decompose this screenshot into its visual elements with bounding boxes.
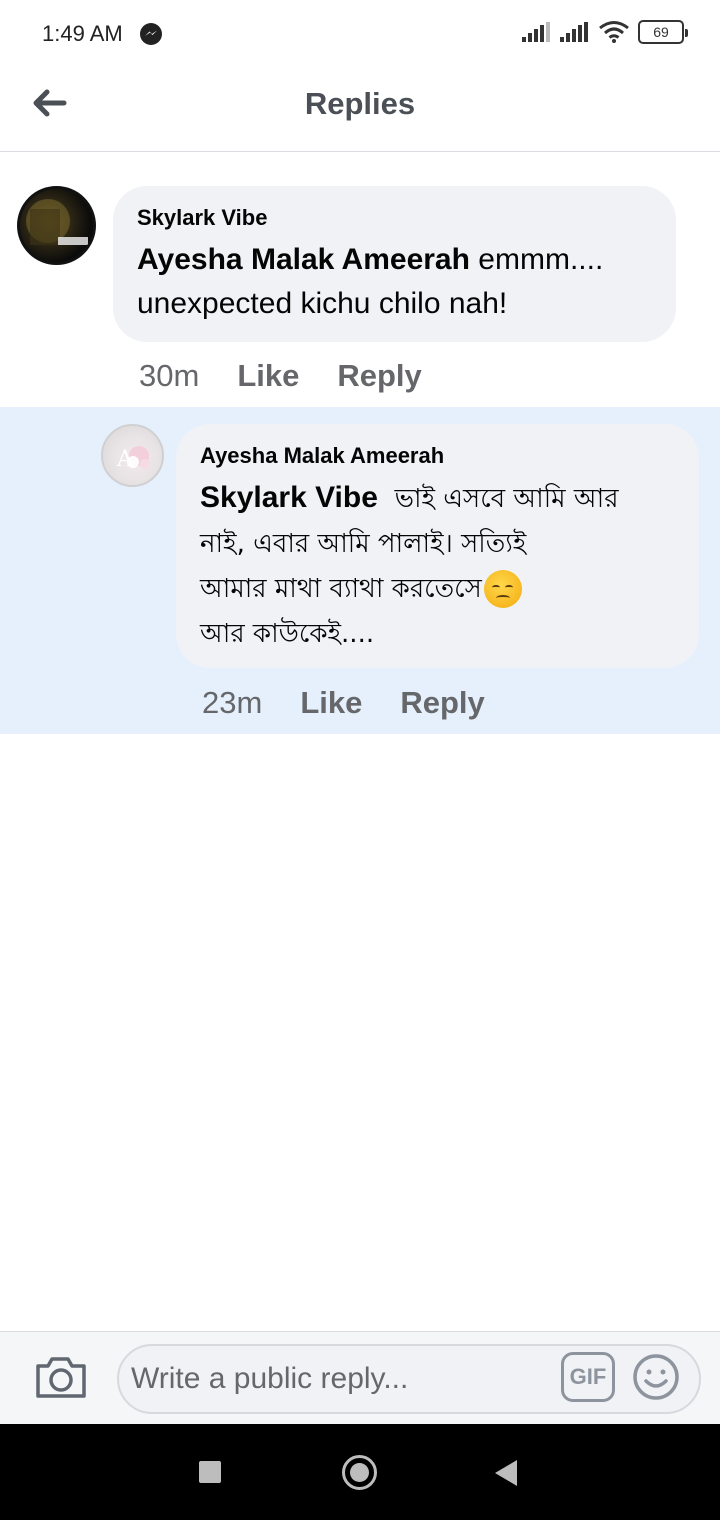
- signal-icon: [560, 22, 588, 42]
- recents-button[interactable]: [199, 1461, 221, 1483]
- signal-icon: [522, 22, 550, 42]
- comment-line: নাই, এবার আমি পালাই। সত্যিই: [200, 529, 527, 559]
- comment-actions: 23m Like Reply: [202, 685, 485, 721]
- status-bar: 1:49 AM 69: [0, 0, 720, 70]
- system-back-button[interactable]: [495, 1460, 517, 1486]
- avatar-image: A: [116, 446, 150, 472]
- svg-text:A: A: [116, 447, 134, 472]
- comment-actions: 30m Like Reply: [139, 358, 422, 394]
- status-icons: 69: [522, 20, 688, 44]
- wifi-icon: [599, 21, 629, 43]
- comment-line: ভাই এসবে আমি আর: [394, 484, 619, 514]
- mention-link[interactable]: Skylark Vibe: [200, 481, 378, 514]
- like-button[interactable]: Like: [237, 358, 299, 394]
- comment-bubble[interactable]: Skylark Vibe Ayesha Malak Ameerah emmm..…: [113, 186, 676, 342]
- page-title: Replies: [304, 86, 416, 121]
- battery-icon: 69: [638, 20, 688, 44]
- battery-level: 69: [653, 24, 669, 40]
- comment-author[interactable]: Ayesha Malak Ameerah: [200, 442, 675, 470]
- comment-line: আর কাউকেই....: [200, 619, 375, 649]
- reply-button[interactable]: Reply: [337, 358, 421, 394]
- avatar[interactable]: [17, 186, 96, 265]
- reply-composer: GIF: [0, 1331, 720, 1424]
- smiley-icon: [633, 1354, 679, 1400]
- emoji-button[interactable]: [631, 1352, 681, 1402]
- camera-icon: [36, 1357, 86, 1398]
- reply-button[interactable]: Reply: [400, 685, 484, 721]
- messenger-icon: [140, 23, 162, 45]
- camera-button[interactable]: [34, 1352, 88, 1402]
- comment-time: 23m: [202, 685, 263, 720]
- avatar-image: [26, 199, 88, 245]
- home-button[interactable]: [342, 1455, 377, 1490]
- comment-line: আমার মাথা ব্যাথা করতেসে: [200, 574, 482, 604]
- pensive-face-emoji: [483, 570, 522, 609]
- status-time: 1:49 AM: [42, 21, 123, 46]
- comment-text: Skylark Vibe ভাই এসবে আমি আর নাই, এবার আ…: [200, 476, 675, 656]
- header: Replies: [0, 70, 720, 152]
- avatar[interactable]: A: [101, 424, 164, 487]
- comment-text: Ayesha Malak Ameerah emmm.... unexpected…: [137, 238, 652, 326]
- comment-author[interactable]: Skylark Vibe: [137, 204, 652, 232]
- system-nav-bar: [0, 1424, 720, 1520]
- gif-button[interactable]: GIF: [561, 1352, 615, 1402]
- comment-highlighted: A Ayesha Malak Ameerah Skylark Vibe ভাই …: [0, 407, 720, 734]
- like-button[interactable]: Like: [300, 685, 362, 721]
- mention-link[interactable]: Ayesha Malak Ameerah: [137, 243, 470, 276]
- comment: Skylark Vibe Ayesha Malak Ameerah emmm..…: [0, 152, 720, 407]
- comment-time: 30m: [139, 358, 200, 393]
- comment-bubble[interactable]: Ayesha Malak Ameerah Skylark Vibe ভাই এস…: [176, 424, 699, 668]
